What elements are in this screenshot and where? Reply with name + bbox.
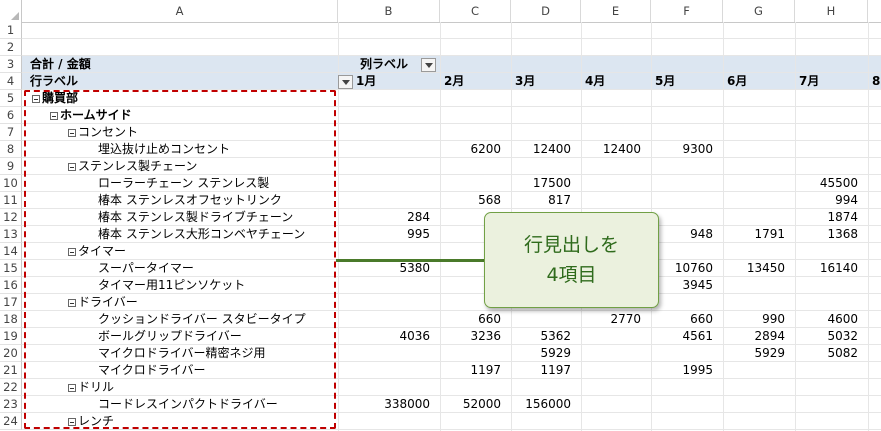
spreadsheet: ABCDEFGH 1 2 3 4 5 6 7 8 9 10 11 12 13 14 15 16 17 18 19 20… xyxy=(0,0,881,431)
value-cell[interactable]: 5362 xyxy=(511,328,571,345)
value-cell[interactable]: 17500 xyxy=(511,175,571,192)
month-header[interactable]: 8 xyxy=(872,73,880,90)
row-header-8[interactable]: 8 xyxy=(0,141,22,158)
row-labels-title[interactable]: 行ラベル xyxy=(30,73,78,90)
value-cell[interactable]: 5929 xyxy=(511,345,571,362)
value-cell[interactable]: 16140 xyxy=(795,260,858,277)
value-cell[interactable]: 1197 xyxy=(511,362,571,379)
value-cell[interactable]: 3236 xyxy=(440,328,501,345)
value-cell[interactable]: 2894 xyxy=(723,328,785,345)
value-cell[interactable]: 52000 xyxy=(440,396,501,413)
month-header[interactable]: 4月 xyxy=(585,73,605,90)
column-labels-title[interactable]: 列ラベル xyxy=(360,56,408,73)
value-cell[interactable]: 1791 xyxy=(723,226,785,243)
value-cell[interactable]: 156000 xyxy=(511,396,571,413)
callout-line-1: 行見出しを xyxy=(523,234,619,256)
row-header-11[interactable]: 11 xyxy=(0,192,22,209)
value-cell[interactable]: 1197 xyxy=(440,362,501,379)
callout-connector xyxy=(336,259,486,262)
value-cell[interactable]: 12400 xyxy=(581,141,641,158)
value-cell[interactable]: 4561 xyxy=(651,328,713,345)
value-cell[interactable]: 1368 xyxy=(795,226,858,243)
value-cell[interactable]: 1874 xyxy=(795,209,858,226)
month-header[interactable]: 2月 xyxy=(444,73,464,90)
row-header-16[interactable]: 16 xyxy=(0,277,22,294)
row-header-17[interactable]: 17 xyxy=(0,294,22,311)
row-line xyxy=(22,56,881,73)
annotation-callout: 行見出しを 4項目 xyxy=(484,212,659,308)
row-header-14[interactable]: 14 xyxy=(0,243,22,260)
value-cell[interactable]: 4600 xyxy=(795,311,858,328)
column-header-c[interactable]: C xyxy=(440,0,511,22)
month-header[interactable]: 1月 xyxy=(356,73,376,90)
row-header-2[interactable]: 2 xyxy=(0,39,22,56)
value-cell[interactable]: 994 xyxy=(795,192,858,209)
row-header-6[interactable]: 6 xyxy=(0,107,22,124)
select-all-corner[interactable] xyxy=(0,0,22,22)
value-cell[interactable]: 5380 xyxy=(338,260,430,277)
column-labels-filter-button[interactable] xyxy=(421,58,436,72)
value-cell[interactable]: 990 xyxy=(723,311,785,328)
value-cell[interactable]: 5032 xyxy=(795,328,858,345)
row-line xyxy=(22,22,881,39)
row-header-18[interactable]: 18 xyxy=(0,311,22,328)
value-cell[interactable]: 12400 xyxy=(511,141,571,158)
value-cell[interactable]: 338000 xyxy=(338,396,430,413)
value-cell[interactable]: 13450 xyxy=(723,260,785,277)
column-header-bar: ABCDEFGH xyxy=(22,0,881,23)
row-header-21[interactable]: 21 xyxy=(0,362,22,379)
value-cell[interactable]: 660 xyxy=(440,311,501,328)
month-header[interactable]: 6月 xyxy=(727,73,747,90)
column-header-a[interactable]: A xyxy=(22,0,338,22)
column-header-b[interactable]: B xyxy=(338,0,440,22)
month-header[interactable]: 5月 xyxy=(655,73,675,90)
row-header-9[interactable]: 9 xyxy=(0,158,22,175)
value-cell[interactable]: 1995 xyxy=(651,362,713,379)
column-header-h[interactable]: H xyxy=(795,0,868,22)
row-header-7[interactable]: 7 xyxy=(0,124,22,141)
row-header-10[interactable]: 10 xyxy=(0,175,22,192)
value-cell[interactable]: 9300 xyxy=(651,141,713,158)
row-header-5[interactable]: 5 xyxy=(0,90,22,107)
row-header-19[interactable]: 19 xyxy=(0,328,22,345)
row-header-12[interactable]: 12 xyxy=(0,209,22,226)
row-header-4[interactable]: 4 xyxy=(0,73,22,90)
value-cell[interactable]: 995 xyxy=(338,226,430,243)
value-cell[interactable]: 5082 xyxy=(795,345,858,362)
value-cell[interactable]: 5929 xyxy=(723,345,785,362)
value-cell[interactable]: 45500 xyxy=(795,175,858,192)
value-cell[interactable]: 2770 xyxy=(581,311,641,328)
value-cell[interactable]: 568 xyxy=(440,192,501,209)
row-labels-highlight xyxy=(24,90,336,429)
month-header[interactable]: 7月 xyxy=(799,73,819,90)
value-cell[interactable]: 10760 xyxy=(651,260,713,277)
value-cell[interactable]: 284 xyxy=(338,209,430,226)
month-header[interactable]: 3月 xyxy=(515,73,535,90)
row-header-24[interactable]: 24 xyxy=(0,413,22,430)
value-cell[interactable]: 948 xyxy=(651,226,713,243)
pivot-value-label[interactable]: 合計 / 金額 xyxy=(30,56,91,73)
value-cell[interactable]: 6200 xyxy=(440,141,501,158)
row-header-1[interactable]: 1 xyxy=(0,22,22,39)
callout-line-2: 4項目 xyxy=(546,264,597,286)
row-header-15[interactable]: 15 xyxy=(0,260,22,277)
row-line xyxy=(22,39,881,56)
value-cell[interactable]: 660 xyxy=(651,311,713,328)
row-header-13[interactable]: 13 xyxy=(0,226,22,243)
column-header-e[interactable]: E xyxy=(581,0,651,22)
row-header-3[interactable]: 3 xyxy=(0,56,22,73)
column-header-d[interactable]: D xyxy=(511,0,581,22)
row-header-20[interactable]: 20 xyxy=(0,345,22,362)
row-header-22[interactable]: 22 xyxy=(0,379,22,396)
value-cell[interactable]: 3945 xyxy=(651,277,713,294)
row-header-23[interactable]: 23 xyxy=(0,396,22,413)
column-header-g[interactable]: G xyxy=(723,0,795,22)
row-labels-filter-button[interactable] xyxy=(338,75,353,89)
value-cell[interactable]: 4036 xyxy=(338,328,430,345)
column-header-f[interactable]: F xyxy=(651,0,723,22)
value-cell[interactable]: 817 xyxy=(511,192,571,209)
